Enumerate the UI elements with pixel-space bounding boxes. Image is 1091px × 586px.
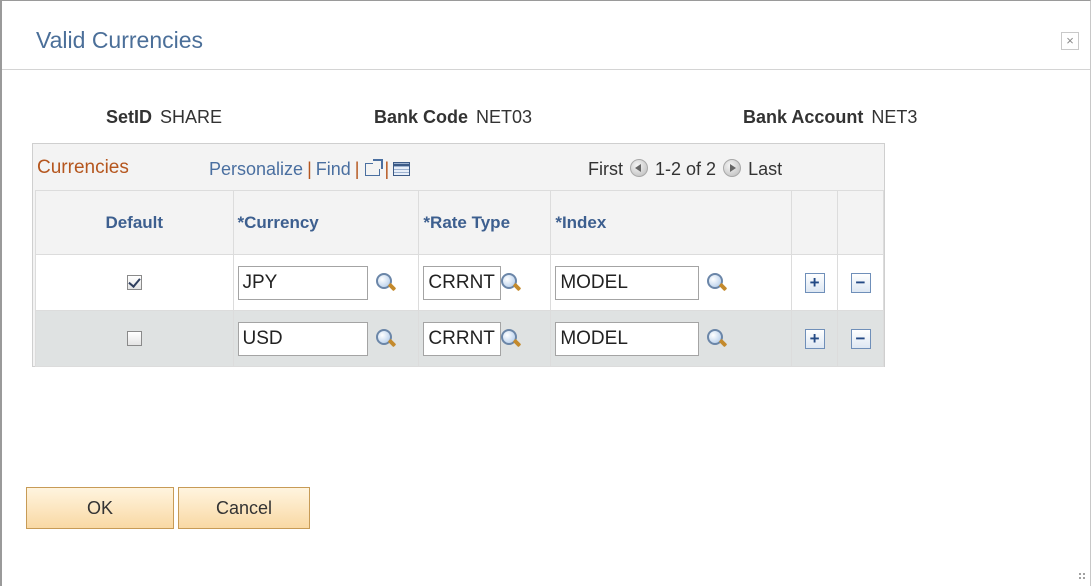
bank-account-label: Bank Account bbox=[743, 107, 864, 127]
spreadsheet-icon[interactable] bbox=[393, 162, 411, 176]
index-cell: MODEL bbox=[550, 310, 793, 367]
cancel-button[interactable]: Cancel bbox=[178, 487, 310, 529]
delete-cell: − bbox=[837, 310, 884, 367]
index-input[interactable]: MODEL bbox=[555, 265, 700, 300]
delete-row-button[interactable]: − bbox=[850, 328, 871, 349]
find-link[interactable]: Find bbox=[316, 159, 351, 179]
separator: | bbox=[307, 159, 312, 179]
setid-label: SetID bbox=[106, 107, 153, 127]
add-cell: + bbox=[791, 310, 839, 367]
currencies-table: Default *Currency *Rate Type *Index JPY bbox=[35, 190, 884, 367]
delete-row-button[interactable]: − bbox=[850, 272, 871, 293]
currency-cell: JPY bbox=[232, 254, 420, 311]
default-cell bbox=[35, 310, 234, 367]
default-checkbox[interactable] bbox=[126, 274, 142, 290]
currency-input[interactable]: USD bbox=[237, 321, 368, 356]
default-checkbox[interactable] bbox=[126, 330, 142, 346]
rate-type-input[interactable]: CRRNT bbox=[423, 321, 502, 356]
grid-title: Currencies bbox=[37, 157, 129, 178]
delete-cell: − bbox=[837, 254, 884, 311]
bank-code-label: Bank Code bbox=[374, 107, 469, 127]
bank-account-value: NET3 bbox=[871, 107, 918, 127]
previous-circle-icon[interactable] bbox=[630, 159, 649, 177]
lookup-magnifier-icon[interactable] bbox=[374, 328, 396, 350]
table-row: JPY CRRNT MODEL + − bbox=[35, 254, 884, 311]
dialog-titlebar: Valid Currencies × bbox=[2, 1, 1090, 70]
lookup-magnifier-icon[interactable] bbox=[499, 272, 521, 294]
bank-account-field: Bank Account NET3 bbox=[743, 107, 917, 128]
bank-code-field: Bank Code NET03 bbox=[374, 107, 532, 128]
next-circle-icon[interactable] bbox=[723, 159, 742, 177]
table-header-row: Default *Currency *Rate Type *Index bbox=[35, 190, 884, 255]
separator: | bbox=[354, 159, 360, 179]
add-row-button[interactable]: + bbox=[804, 328, 825, 349]
close-icon[interactable]: × bbox=[1061, 32, 1079, 50]
column-header-index[interactable]: *Index bbox=[550, 190, 793, 255]
row-range: 1-2 of 2 bbox=[655, 159, 717, 179]
new-window-icon[interactable] bbox=[365, 159, 384, 176]
first-link[interactable]: First bbox=[588, 159, 623, 179]
rate-type-cell: CRRNT bbox=[418, 254, 552, 311]
column-header-add bbox=[791, 190, 839, 255]
bank-code-value: NET03 bbox=[476, 107, 533, 127]
personalize-link[interactable]: Personalize bbox=[209, 159, 303, 179]
currencies-grid: Currencies Personalize | Find | | First 1-2 … bbox=[32, 143, 885, 367]
setid-field: SetID SHARE bbox=[106, 107, 222, 128]
add-row-button[interactable]: + bbox=[804, 272, 825, 293]
grid-pager: First 1-2 of 2 Last bbox=[588, 159, 782, 180]
currency-cell: USD bbox=[232, 310, 420, 367]
column-header-default[interactable]: Default bbox=[35, 190, 234, 255]
default-cell bbox=[35, 254, 234, 311]
column-header-delete bbox=[837, 190, 884, 255]
valid-currencies-dialog: Valid Currencies × SetID SHARE Bank Code N… bbox=[0, 0, 1091, 586]
resize-grip-icon[interactable] bbox=[1078, 572, 1086, 580]
lookup-magnifier-icon[interactable] bbox=[705, 272, 727, 294]
separator: | bbox=[384, 159, 390, 179]
grid-tools: Personalize | Find | | bbox=[209, 159, 411, 180]
column-header-rate-type[interactable]: *Rate Type bbox=[418, 190, 552, 255]
rate-type-cell: CRRNT bbox=[418, 310, 552, 367]
index-input[interactable]: MODEL bbox=[555, 321, 700, 356]
table-row: USD CRRNT MODEL + − bbox=[35, 310, 884, 367]
rate-type-input[interactable]: CRRNT bbox=[423, 265, 502, 300]
currency-input[interactable]: JPY bbox=[237, 265, 368, 300]
lookup-magnifier-icon[interactable] bbox=[705, 328, 727, 350]
lookup-magnifier-icon[interactable] bbox=[374, 272, 396, 294]
add-cell: + bbox=[791, 254, 839, 311]
dialog-title: Valid Currencies bbox=[36, 27, 204, 53]
setid-value: SHARE bbox=[160, 107, 223, 127]
ok-button[interactable]: OK bbox=[26, 487, 174, 529]
grid-navigation-bar: Currencies Personalize | Find | | First 1-2 … bbox=[33, 144, 884, 190]
last-link[interactable]: Last bbox=[748, 159, 782, 179]
index-cell: MODEL bbox=[550, 254, 793, 311]
lookup-magnifier-icon[interactable] bbox=[499, 328, 521, 350]
column-header-currency[interactable]: *Currency bbox=[232, 190, 420, 255]
